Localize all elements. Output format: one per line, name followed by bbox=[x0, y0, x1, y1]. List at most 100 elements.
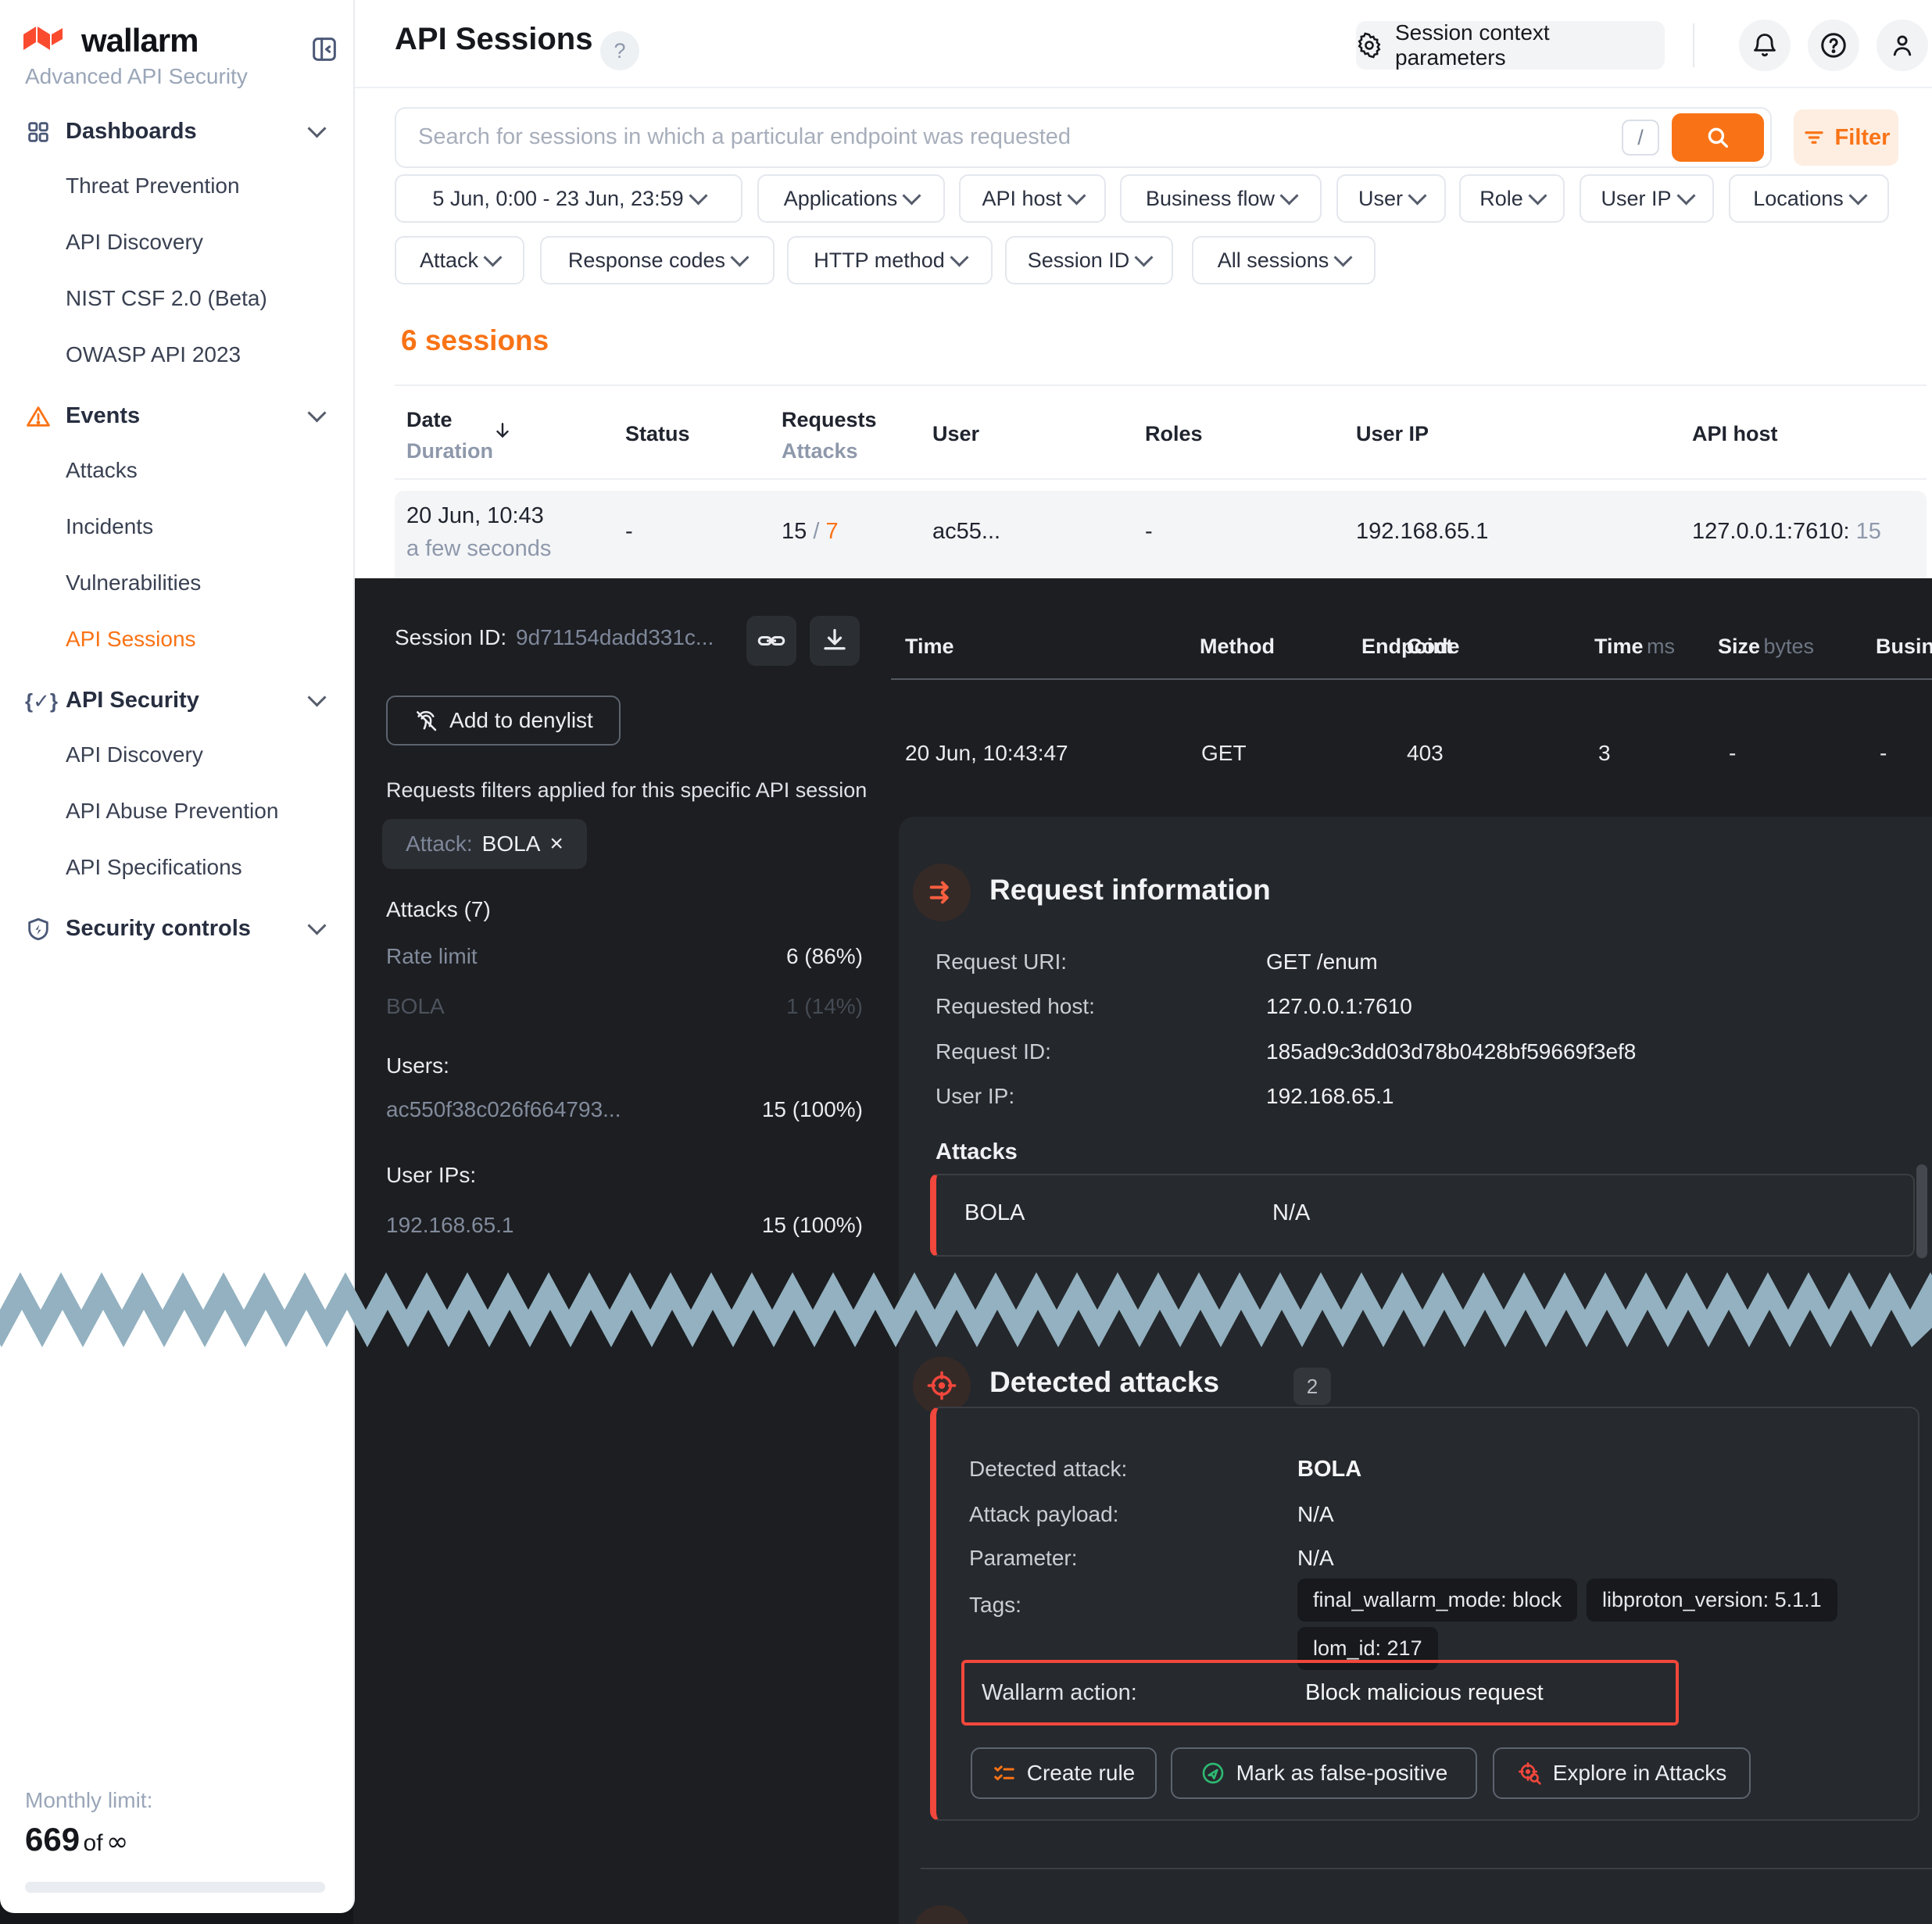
chevron-down-icon bbox=[307, 688, 326, 706]
filter-role[interactable]: Role bbox=[1459, 174, 1565, 223]
filter-api-host[interactable]: API host bbox=[959, 174, 1106, 223]
rt-col-business[interactable]: Busine bbox=[1876, 635, 1932, 659]
table-row[interactable]: 20 Jun, 10:43 a few seconds - 15 / 7 ac5… bbox=[395, 491, 1927, 578]
detected-attacks-icon bbox=[913, 1357, 971, 1414]
filter-http-method[interactable]: HTTP method bbox=[787, 236, 993, 284]
sidebar-group-api-security[interactable]: {✓} API Security bbox=[25, 683, 328, 724]
account-button[interactable] bbox=[1877, 20, 1928, 71]
search-button[interactable] bbox=[1672, 113, 1764, 162]
chevron-down-icon bbox=[1848, 186, 1867, 205]
filter-response-codes[interactable]: Response codes bbox=[540, 236, 775, 284]
rt-col-size[interactable]: Size bytes bbox=[1718, 635, 1814, 659]
attack-breakdown-row[interactable]: Rate limit 6 (86%) bbox=[386, 944, 863, 969]
attack-result-row[interactable]: BOLA N/A bbox=[930, 1174, 1915, 1257]
col-roles[interactable]: Roles bbox=[1145, 422, 1203, 446]
sidebar-item-api-discovery-2[interactable]: API Discovery bbox=[66, 742, 203, 767]
chevron-down-icon bbox=[950, 248, 968, 266]
title-help-icon[interactable]: ? bbox=[600, 31, 639, 70]
chevron-down-icon bbox=[1067, 186, 1086, 205]
filter-user[interactable]: User bbox=[1336, 174, 1446, 223]
filter-date-range[interactable]: 5 Jun, 0:00 - 23 Jun, 23:59 bbox=[395, 174, 742, 223]
attack-value: N/A bbox=[1272, 1200, 1310, 1226]
chevron-down-icon bbox=[903, 186, 921, 205]
filter-all-sessions[interactable]: All sessions bbox=[1192, 236, 1376, 284]
detected-attacks-title: Detected attacks bbox=[989, 1366, 1219, 1399]
field-value: BOLA bbox=[1297, 1457, 1361, 1482]
field-label: Attack payload: bbox=[969, 1502, 1118, 1527]
notifications-button[interactable] bbox=[1739, 20, 1791, 71]
col-api-host[interactable]: API host bbox=[1692, 422, 1778, 446]
sort-desc-icon[interactable] bbox=[492, 420, 513, 441]
filter-locations[interactable]: Locations bbox=[1729, 174, 1889, 223]
col-user-ip[interactable]: User IP bbox=[1356, 422, 1429, 446]
sidebar-item-api-specifications[interactable]: API Specifications bbox=[66, 855, 242, 880]
filter-session-id[interactable]: Session ID bbox=[1005, 236, 1173, 284]
sidebar-collapse-button[interactable] bbox=[305, 30, 344, 69]
chevron-down-icon bbox=[1280, 186, 1299, 205]
sidebar-group-dashboards[interactable]: Dashboards bbox=[25, 114, 328, 155]
user-ip-row[interactable]: 192.168.65.1 15 (100%) bbox=[386, 1213, 863, 1238]
sidebar-item-vulnerabilities[interactable]: Vulnerabilities bbox=[66, 570, 201, 595]
session-id-value: 9d71154dadd331c... bbox=[516, 625, 714, 650]
tag-chip: final_wallarm_mode: block bbox=[1297, 1579, 1577, 1622]
monthly-limit-progress-bar bbox=[25, 1882, 325, 1893]
sidebar-group-security-controls[interactable]: Security controls bbox=[25, 911, 328, 952]
sidebar-item-nist-csf[interactable]: NIST CSF 2.0 (Beta) bbox=[66, 286, 267, 311]
chevron-down-icon bbox=[307, 119, 326, 138]
scrollbar-thumb[interactable] bbox=[1916, 1164, 1927, 1258]
col-attacks[interactable]: Attacks bbox=[782, 439, 858, 463]
col-duration[interactable]: Duration bbox=[406, 439, 493, 463]
field-value: 185ad9c3dd03d78b0428bf59669f3ef8 bbox=[1266, 1039, 1636, 1064]
request-info-title: Request information bbox=[989, 874, 1271, 907]
sidebar-group-events[interactable]: Events bbox=[25, 399, 328, 439]
mark-false-positive-button[interactable]: Mark as false-positive bbox=[1171, 1747, 1477, 1799]
target-search-icon bbox=[1517, 1761, 1542, 1786]
filter-applications[interactable]: Applications bbox=[757, 174, 945, 223]
sidebar-item-api-abuse-prevention[interactable]: API Abuse Prevention bbox=[66, 799, 278, 824]
col-requests[interactable]: Requests bbox=[782, 408, 877, 432]
gear-icon bbox=[1356, 32, 1383, 59]
filter-business-flow[interactable]: Business flow bbox=[1120, 174, 1322, 223]
rt-header-divider bbox=[891, 678, 1932, 680]
filter-button[interactable]: Filter bbox=[1794, 109, 1898, 166]
session-id-label: Session ID: bbox=[395, 625, 506, 650]
sidebar-item-attacks[interactable]: Attacks bbox=[66, 458, 138, 483]
user-row[interactable]: ac550f38c026f664793... 15 (100%) bbox=[386, 1097, 863, 1122]
download-button[interactable] bbox=[810, 616, 860, 666]
detected-attacks-badge: 2 bbox=[1293, 1368, 1331, 1405]
copy-link-button[interactable] bbox=[746, 616, 796, 666]
filter-user-ip[interactable]: User IP bbox=[1580, 174, 1714, 223]
create-rule-button[interactable]: Create rule bbox=[971, 1747, 1157, 1799]
filter-attack[interactable]: Attack bbox=[395, 236, 524, 284]
sidebar-item-threat-prevention[interactable]: Threat Prevention bbox=[66, 173, 240, 198]
rt-col-code[interactable]: Code bbox=[1407, 635, 1460, 659]
add-to-denylist-button[interactable]: Add to denylist bbox=[386, 696, 621, 746]
fingerprint-off-icon bbox=[413, 708, 438, 733]
rt-col-method[interactable]: Method bbox=[1200, 635, 1275, 659]
search-input[interactable]: Search for sessions in which a particula… bbox=[395, 107, 1772, 168]
field-value: N/A bbox=[1297, 1546, 1334, 1571]
col-user[interactable]: User bbox=[932, 422, 979, 446]
section-divider bbox=[921, 1868, 1932, 1869]
sidebar-item-api-discovery[interactable]: API Discovery bbox=[66, 230, 203, 255]
field-label: Request ID: bbox=[936, 1039, 1051, 1064]
help-icon bbox=[1819, 30, 1848, 60]
col-status[interactable]: Status bbox=[625, 422, 690, 446]
attack-breakdown-row[interactable]: BOLA 1 (14%) bbox=[386, 994, 863, 1019]
session-user: ac55... bbox=[932, 519, 1000, 545]
explore-in-attacks-button[interactable]: Explore in Attacks bbox=[1493, 1747, 1751, 1799]
field-value: 192.168.65.1 bbox=[1266, 1084, 1394, 1109]
rt-col-time[interactable]: Time bbox=[905, 635, 954, 659]
rt-col-time-ms[interactable]: Time ms bbox=[1594, 635, 1675, 659]
wallarm-action-value: Block malicious request bbox=[1305, 1680, 1544, 1706]
sidebar-item-api-sessions-active[interactable]: API Sessions bbox=[66, 627, 196, 652]
session-context-parameters-button[interactable]: Session context parameters bbox=[1356, 21, 1665, 70]
close-icon[interactable]: × bbox=[549, 831, 564, 857]
attack-filter-chip[interactable]: Attack: BOLA × bbox=[382, 819, 587, 869]
api-security-icon: {✓} bbox=[25, 689, 58, 713]
sidebar-item-incidents[interactable]: Incidents bbox=[66, 514, 153, 539]
sidebar-item-owasp-api[interactable]: OWASP API 2023 bbox=[66, 342, 241, 367]
wallarm-action-highlight: Wallarm action: Block malicious request bbox=[961, 1660, 1679, 1726]
help-button[interactable] bbox=[1808, 20, 1859, 71]
col-date[interactable]: Date bbox=[406, 408, 453, 432]
